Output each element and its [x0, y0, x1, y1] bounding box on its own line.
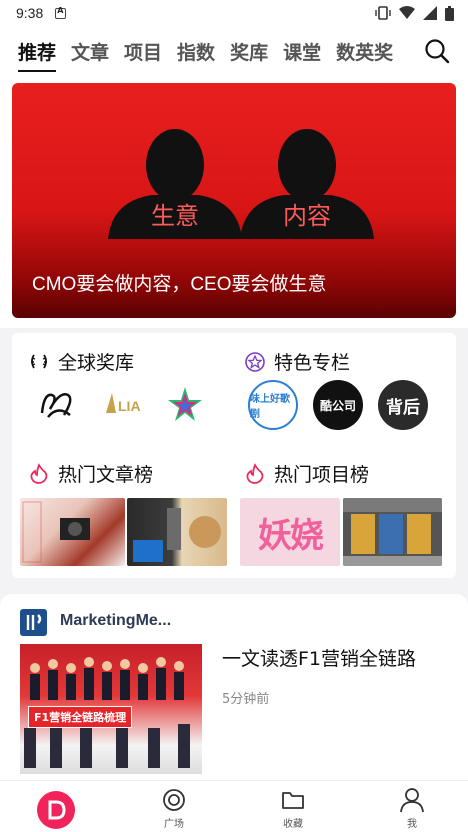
tab-projects[interactable]: 项目 — [124, 38, 162, 65]
hero-right-label: 内容 — [283, 202, 331, 230]
hero-section: 生意 内容 CMO要会做内容，CEO要会做生意 — [0, 76, 468, 328]
awards-title: 全球奖库 — [58, 352, 135, 374]
nav-item-me[interactable]: 我 — [382, 781, 442, 832]
top-nav: 推荐 文章 项目 指数 奖库 课堂 数英奖 — [0, 26, 468, 76]
hero-caption: CMO要会做内容，CEO要会做生意 — [32, 274, 327, 295]
source-name[interactable]: MarketingMe... — [60, 612, 171, 630]
flame-icon — [246, 462, 264, 484]
flame-icon — [30, 462, 48, 484]
tab-recommend[interactable]: 推荐 — [18, 38, 57, 72]
hero-left-label: 生意 — [151, 202, 199, 230]
star-award-logo[interactable] — [166, 385, 204, 423]
hot-projects-section-title[interactable]: 热门项目榜 — [244, 460, 369, 487]
nav-label-me: 我 — [407, 819, 417, 830]
feature-card: 全球奖库 LIA 特色专栏 味上好歌剧 酷公司 背后 热门文章榜 热门项目榜 妖… — [12, 333, 456, 578]
nav-item-favorites[interactable]: 收藏 — [263, 781, 323, 832]
hot-projects-title: 热门项目榜 — [274, 464, 370, 486]
home-d-icon — [48, 800, 66, 820]
home-button[interactable] — [37, 791, 75, 829]
lia-logo[interactable]: LIA — [100, 389, 148, 419]
article-thumb-illustration — [22, 501, 90, 563]
status-bar: 9:38 — [0, 0, 468, 26]
article-image-banner: F1营销全链路梳理 — [28, 706, 133, 728]
tab-articles[interactable]: 文章 — [71, 38, 109, 65]
hero-banner[interactable]: 生意 内容 CMO要会做内容，CEO要会做生意 — [12, 83, 456, 318]
laurel-icon — [31, 354, 47, 368]
source-logo-mark — [26, 614, 42, 630]
nav-label-plaza: 广场 — [164, 819, 184, 830]
tab-classroom[interactable]: 课堂 — [283, 38, 321, 65]
status-icons — [375, 5, 454, 21]
tab-award-library[interactable]: 奖库 — [230, 38, 268, 65]
tab-digitaling-awards[interactable]: 数英奖 — [336, 38, 393, 65]
project-thumb-illustration — [343, 498, 442, 566]
vibrate-icon — [375, 6, 391, 20]
wifi-icon — [399, 6, 415, 19]
battery-icon — [445, 5, 454, 21]
user-icon — [400, 788, 424, 813]
hot-articles-section-title[interactable]: 热门文章榜 — [28, 460, 153, 487]
column-logo-2[interactable]: 酷公司 — [313, 380, 363, 430]
article-image[interactable]: F1营销全链路梳理 — [20, 644, 202, 774]
article-title[interactable]: 一文读透F1营销全链路 — [222, 646, 452, 672]
notification-icon — [55, 6, 67, 19]
bottom-nav: 广场 收藏 我 — [0, 780, 468, 832]
awards-section-title[interactable]: 全球奖库 — [28, 348, 134, 375]
source-logo[interactable] — [20, 609, 47, 636]
column-logo-3[interactable]: 背后 — [378, 380, 428, 430]
hot-project-thumb-1[interactable]: 妖娆 — [240, 498, 340, 566]
columns-title: 特色专栏 — [274, 352, 351, 374]
hot-article-thumb-2[interactable] — [127, 498, 227, 566]
tab-index[interactable]: 指数 — [177, 38, 215, 65]
svg-text:LIA: LIA — [118, 398, 141, 414]
nav-item-plaza[interactable]: 广场 — [144, 781, 204, 832]
search-icon[interactable] — [424, 38, 450, 64]
article-time: 5分钟前 — [222, 692, 270, 707]
hot-article-thumb-1[interactable] — [20, 498, 125, 566]
folder-icon — [282, 792, 304, 809]
article-thumb-2-illustration — [133, 508, 221, 562]
star-badge-icon — [245, 351, 265, 372]
signal-icon — [423, 6, 437, 20]
status-time: 9:38 — [16, 5, 44, 21]
dad-logo[interactable] — [38, 385, 76, 423]
nav-label-favorites: 收藏 — [283, 819, 303, 830]
hot-articles-title: 热门文章榜 — [58, 464, 154, 486]
columns-section-title[interactable]: 特色专栏 — [244, 348, 350, 375]
hot-project-thumb-2[interactable] — [343, 498, 442, 566]
article-item[interactable]: MarketingMe... F1营销全链路梳理 一文读透F1营销全链路 5分钟… — [0, 594, 468, 784]
column-logo-1[interactable]: 味上好歌剧 — [248, 380, 298, 430]
target-icon — [163, 789, 185, 811]
